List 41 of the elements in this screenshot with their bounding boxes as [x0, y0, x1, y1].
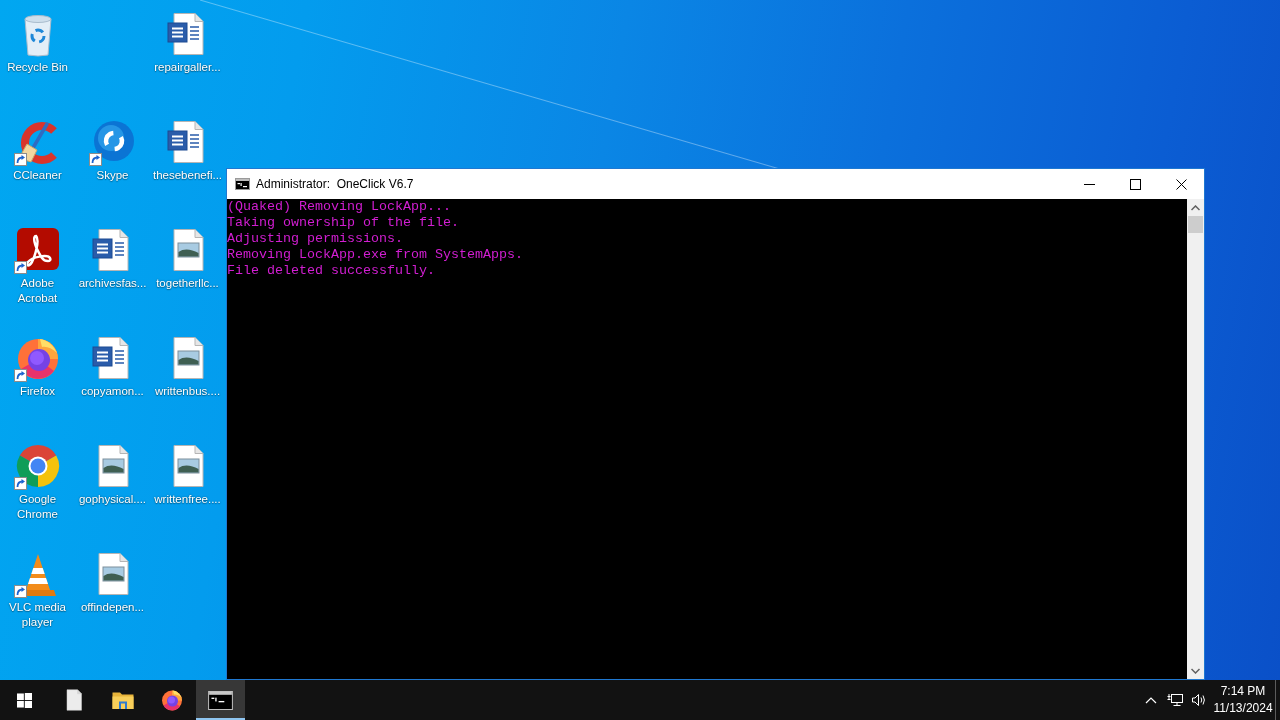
desktop-icon-label[interactable]: archivesfas...	[78, 276, 147, 291]
console-icon	[235, 178, 250, 190]
speaker-icon	[1191, 692, 1207, 708]
maximize-icon	[1129, 178, 1141, 190]
console-line: Adjusting permissions.	[227, 231, 403, 247]
caret-up-icon	[1191, 204, 1200, 211]
desktop-icon-label[interactable]: Google Chrome	[0, 492, 75, 522]
clock-date[interactable]: 11/13/2024	[1213, 700, 1273, 717]
desktop-icon-label[interactable]: copyamon...	[81, 384, 144, 399]
acrobat-icon[interactable]	[13, 226, 62, 274]
desktop-icon-label[interactable]: CCleaner	[13, 168, 62, 183]
chevron-up-icon	[1145, 696, 1157, 704]
console-icon	[208, 690, 233, 710]
chrome-icon[interactable]	[13, 442, 62, 490]
console-line: (Quaked) Removing LockApp...	[227, 199, 451, 215]
desktop-icon-label[interactable]: Skype	[96, 168, 129, 183]
desktop-icon-label[interactable]: thesebenefi...	[152, 168, 223, 183]
desktop-icon-label[interactable]: gophysical....	[78, 492, 147, 507]
desktop-icon-label[interactable]: togetherllc...	[156, 276, 219, 291]
desktop-icon-label[interactable]: writtenfree....	[154, 492, 221, 507]
desktop-icon-label[interactable]: VLC media player	[0, 600, 75, 630]
close-icon	[1175, 178, 1187, 190]
skype-icon[interactable]	[88, 118, 137, 166]
console-line: Taking ownership of the file.	[227, 215, 459, 231]
taskbar-button[interactable]	[196, 680, 245, 720]
desktop-icon-label[interactable]: offindepen...	[80, 600, 145, 615]
scrollbar-thumb[interactable]	[1188, 216, 1203, 233]
clock-time[interactable]: 7:14 PM	[1220, 683, 1266, 700]
desktop-icon-label[interactable]: writtenbus....	[154, 384, 221, 399]
vertical-scrollbar[interactable]	[1187, 199, 1204, 679]
console-line: File deleted successfully.	[227, 263, 435, 279]
console-line: Removing LockApp.exe from SystemApps.	[227, 247, 523, 263]
windows-logo-icon	[17, 692, 32, 708]
window-title: Administrator: OneClick V6.7	[256, 177, 414, 191]
firefox-icon	[159, 688, 184, 712]
desktop-icon-label[interactable]: Adobe Acrobat	[0, 276, 75, 306]
caret-down-icon	[1191, 667, 1200, 674]
desktop-icon-label[interactable]: repairgaller...	[154, 60, 221, 75]
network-icon	[1167, 692, 1183, 708]
desktop-icon-label[interactable]: Firefox	[19, 384, 56, 399]
desktop-icon-label[interactable]: Recycle Bin	[7, 60, 68, 75]
